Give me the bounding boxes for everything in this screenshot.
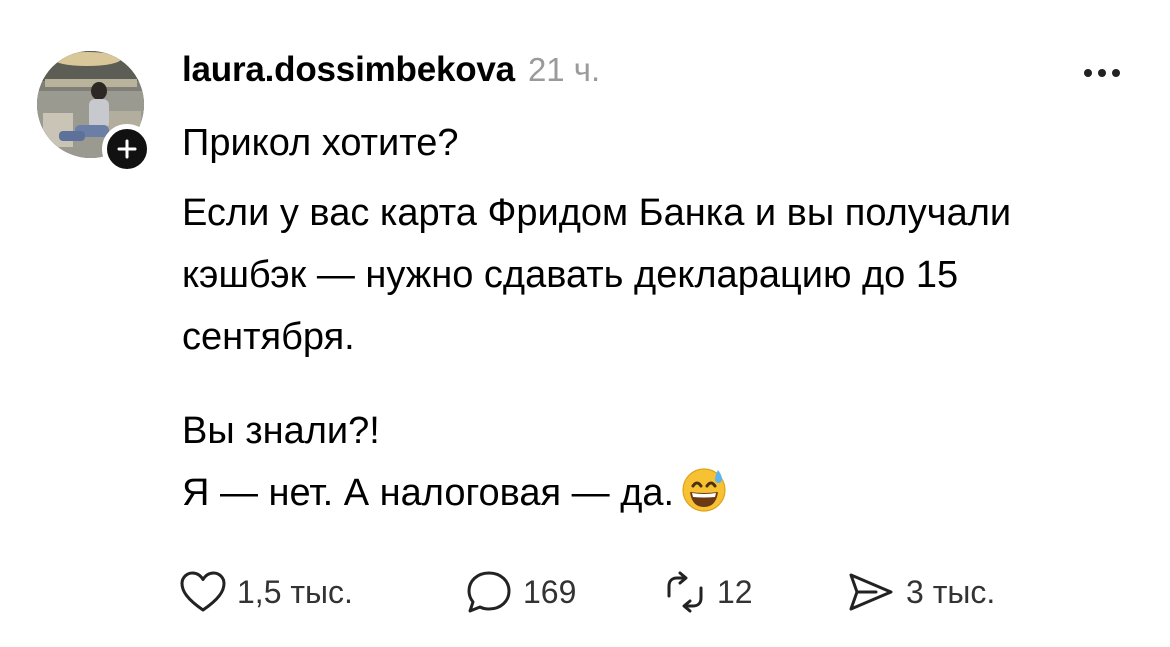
username[interactable]: laura.dossimbekova xyxy=(182,50,515,90)
repost-icon xyxy=(663,569,707,615)
paragraph: Вы знали?! xyxy=(182,410,380,452)
follow-button[interactable] xyxy=(102,124,152,174)
heart-icon xyxy=(179,570,227,614)
paragraph: Прикол хотите? xyxy=(182,122,459,164)
share-button[interactable]: 3 тыс. xyxy=(846,562,995,622)
grinning-face-with-sweat-icon xyxy=(680,465,728,532)
paragraph-with-emoji: Я — нет. А налоговая — да. xyxy=(182,462,1082,532)
paragraph-text: Я — нет. А налоговая — да. xyxy=(182,472,675,514)
timestamp: 21 ч. xyxy=(527,51,601,88)
more-horizontal-icon xyxy=(1078,58,1126,88)
post-header: laura.dossimbekova 21 ч. xyxy=(182,50,600,96)
post-body: Прикол хотите? Если у вас карта Фридом Б… xyxy=(182,112,1082,532)
share-count: 3 тыс. xyxy=(906,573,996,610)
repost-count: 12 xyxy=(717,573,753,610)
reply-count: 169 xyxy=(523,573,577,610)
speech-bubble-icon xyxy=(465,569,513,615)
more-options-button[interactable] xyxy=(1078,58,1126,88)
thread-post: laura.dossimbekova 21 ч. Прикол хотите? … xyxy=(0,0,1170,647)
like-count: 1,5 тыс. xyxy=(237,573,353,610)
repost-button[interactable]: 12 xyxy=(663,562,753,622)
reply-button[interactable]: 169 xyxy=(465,562,576,622)
action-bar: 1,5 тыс. 169 12 3 тыс. xyxy=(179,562,1079,622)
paragraph: Если у вас карта Фридом Банка и вы получ… xyxy=(182,192,1012,358)
like-button[interactable]: 1,5 тыс. xyxy=(179,562,353,622)
send-icon xyxy=(846,569,896,615)
plus-icon xyxy=(117,139,137,159)
